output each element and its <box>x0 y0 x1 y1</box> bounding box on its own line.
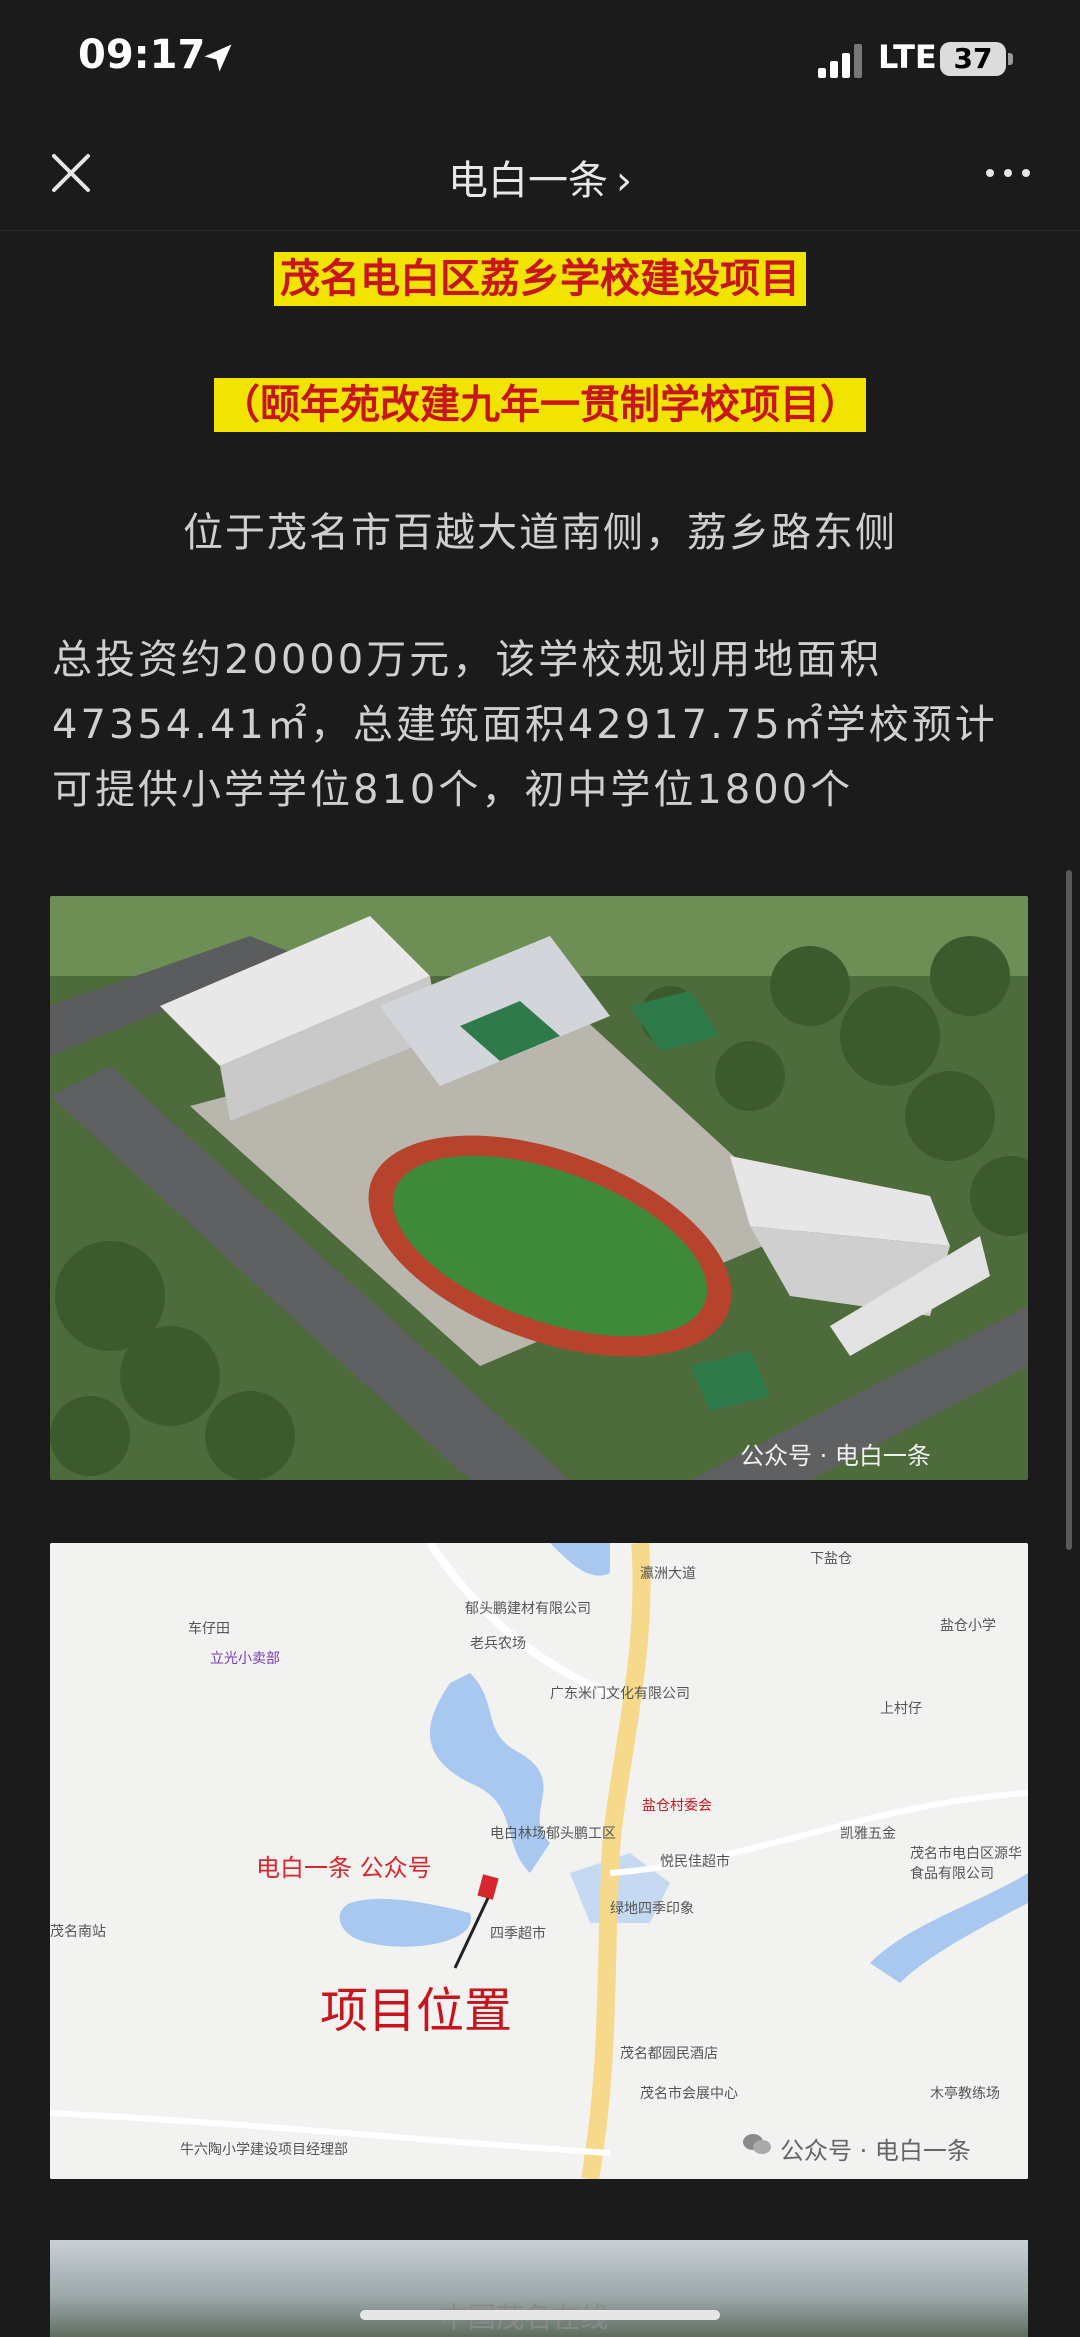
chevron-right-icon: › <box>616 158 632 204</box>
map-place-19: 牛六陶小学建设项目经理部 <box>180 2142 348 2158</box>
account-title-link[interactable]: 电白一条 › <box>0 148 1080 206</box>
map-watermark: 公众号 · 电白一条 <box>780 2137 971 2165</box>
map-place-18: 瀛洲大道 <box>640 1566 696 1582</box>
headline-2: （颐年苑改建九年一贯制学校项目） <box>0 372 1080 432</box>
more-dots-icon[interactable] <box>984 158 1032 188</box>
battery-icon: 37 <box>940 42 1006 76</box>
aerial-illustration <box>50 896 1028 1480</box>
map-place-16: 下盐仓 <box>810 1551 852 1567</box>
status-time: 09:17 <box>78 32 206 78</box>
headline-1: 茂名电白区荔乡学校建设项目 <box>0 246 1080 306</box>
network-label: LTE <box>878 38 937 76</box>
map-place-11: 茂名都园民酒店 <box>620 2046 718 2062</box>
map-place-5: 立光小卖部 <box>210 1651 280 1667</box>
map-place-14: 盐仓小学 <box>940 1618 996 1634</box>
map-place-8: 悦民佳超市 <box>660 1854 730 1870</box>
map-place-12: 茂名市会展中心 <box>640 2086 738 2102</box>
map-location-label: 项目位置 <box>320 1983 513 2039</box>
signal-bars-icon <box>818 44 862 78</box>
location-map[interactable]: 电白一条 公众号 项目位置 郁头鹏建材有限公司 老兵农场 广东米门文化有限公司 … <box>50 1543 1028 2179</box>
map-place-7: 电白林场郁头鹏工区 <box>490 1826 616 1842</box>
image-watermark: 公众号 · 电白一条 <box>740 1442 931 1470</box>
location-arrow-icon <box>204 44 232 72</box>
campus-aerial-image[interactable]: 公众号 · 电白一条 <box>50 896 1028 1480</box>
map-illustration <box>50 1543 1028 2179</box>
headline-1-text: 茂名电白区荔乡学校建设项目 <box>274 252 806 306</box>
map-place-3: 广东米门文化有限公司 <box>550 1686 690 1702</box>
map-place-1: 郁头鹏建材有限公司 <box>465 1601 591 1617</box>
nav-bar: 电白一条 › <box>0 120 1080 231</box>
map-place-9: 绿地四季印象 <box>610 1901 694 1917</box>
map-place-17: 茂名南站 <box>50 1924 106 1940</box>
map-place-4: 车仔田 <box>188 1621 230 1637</box>
battery-tip <box>1008 53 1013 65</box>
map-place-15: 上村仔 <box>880 1701 922 1717</box>
map-place-21: 木亭教练场 <box>930 2086 1000 2102</box>
wechat-icon <box>743 2134 771 2154</box>
headline-2-text: （颐年苑改建九年一贯制学校项目） <box>214 378 866 432</box>
map-place-6: 盐仓村委会 <box>642 1798 712 1814</box>
map-place-2: 老兵农场 <box>470 1636 526 1652</box>
map-place-20: 茂名市电白区源华食品有限公司 <box>910 1846 1022 1882</box>
location-text: 位于茂名市百越大道南侧，荔乡路东侧 <box>183 510 897 556</box>
body-paragraph: 总投资约20000万元，该学校规划用地面积47354.41㎡，总建筑面积4291… <box>52 637 998 813</box>
home-indicator[interactable] <box>360 2310 720 2320</box>
map-place-13: 凯雅五金 <box>840 1826 896 1842</box>
page-title: 电白一条 <box>448 158 608 204</box>
map-place-10: 四季超市 <box>490 1926 546 1942</box>
scrollbar[interactable] <box>1066 870 1072 1550</box>
status-bar: 09:17 LTE 37 <box>0 0 1080 120</box>
map-brand-label: 电白一条 公众号 <box>256 1854 432 1882</box>
